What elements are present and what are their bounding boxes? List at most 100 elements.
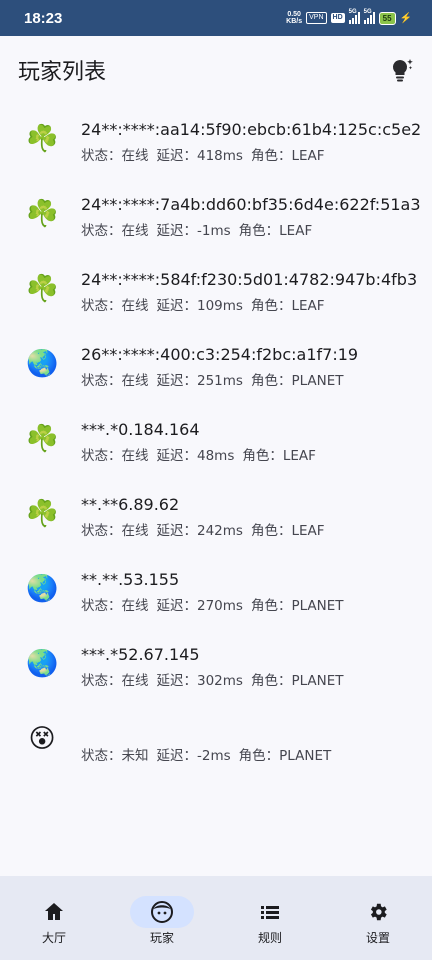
latency-label: 延迟：	[156, 373, 198, 389]
status-bar: 18:23 0.50 KB/s VPN HD 5G 5G 55 ⚡	[0, 0, 432, 36]
status-value: 未知	[121, 748, 149, 764]
role-value: LEAF	[291, 523, 325, 539]
status-label: 状态：	[81, 448, 122, 464]
latency-field: 延迟：109ms	[157, 298, 243, 314]
player-row[interactable]: ☘️ 24**:****:584f:f230:5d01:4782:947b:4fb…	[0, 254, 432, 329]
player-row[interactable]: ☘️ 24**:****:7a4b:dd60:bf35:6d4e:622f:51a…	[0, 179, 432, 254]
player-address: 26**:****:400:c3:254:f2bc:a1f7:19	[81, 345, 359, 364]
latency-value: -2ms	[197, 748, 231, 764]
role-value: LEAF	[282, 448, 316, 464]
role-field: 角色：LEAF	[239, 223, 313, 239]
latency-value: 270ms	[197, 598, 243, 614]
player-row[interactable]: 🌏 **.**.53.155 状态：在线 延迟：270ms 角色：PLANET	[0, 554, 432, 629]
latency-field: 延迟：48ms	[157, 448, 235, 464]
latency-value: 242ms	[197, 523, 243, 539]
player-meta: 状态：在线 延迟：48ms 角色：LEAF	[81, 444, 324, 464]
status-field: 状态：在线	[81, 373, 149, 389]
role-field: 角色：LEAF	[251, 298, 325, 314]
latency-field: 延迟：418ms	[157, 148, 243, 164]
player-address: 24**:****:584f:f230:5d01:4782:947b:4fb3	[81, 270, 418, 289]
nav-label: 设置	[365, 931, 390, 945]
latency-field: 延迟：-2ms	[157, 748, 231, 764]
signal-icon: 5G	[348, 9, 360, 24]
player-address: ***.*0.184.164	[81, 420, 200, 439]
role-label: 角色：	[238, 748, 280, 764]
player-address: **.**6.89.62	[81, 495, 180, 514]
player-address: ***.*52.67.145	[81, 645, 200, 664]
status-value: 在线	[121, 523, 149, 539]
status-field: 状态：在线	[81, 223, 149, 239]
list-icon	[238, 896, 302, 928]
role-value: PLANET	[279, 748, 332, 764]
role-field: 角色：PLANET	[251, 598, 344, 614]
status-value: 在线	[121, 673, 149, 689]
role-label: 角色：	[250, 148, 292, 164]
status-label: 状态：	[81, 598, 122, 614]
status-field: 状态：在线	[81, 523, 149, 539]
player-row[interactable]: ☘️ ***.*0.184.164 状态：在线 延迟：48ms 角色：LEAF	[0, 404, 432, 479]
player-meta: 状态：在线 延迟：-1ms 角色：LEAF	[81, 219, 320, 239]
player-row[interactable]: 😵 状态：未知 延迟：-2ms 角色：PLANET	[0, 704, 432, 779]
status-label: 状态：	[81, 298, 122, 314]
latency-label: 延迟：	[156, 673, 198, 689]
player-row[interactable]: ☘️ 24**:****:aa14:5f90:ebcb:61b4:125c:c5e…	[0, 104, 432, 179]
latency-value: 302ms	[197, 673, 243, 689]
dizzy-face-icon: 😵	[28, 724, 56, 754]
latency-field: 延迟：-1ms	[157, 223, 231, 239]
latency-label: 延迟：	[156, 598, 198, 614]
latency-label: 延迟：	[156, 523, 198, 539]
status-value: 在线	[121, 598, 149, 614]
nav-item-rules[interactable]: 规则	[216, 876, 324, 960]
player-list: ☘️ 24**:****:aa14:5f90:ebcb:61b4:125c:c5e…	[0, 104, 432, 779]
role-label: 角色：	[250, 598, 292, 614]
status-value: 在线	[121, 148, 149, 164]
shamrock-icon: ☘️	[26, 424, 59, 454]
status-field: 状态：在线	[81, 448, 149, 464]
globe-icon: 🌏	[26, 349, 59, 379]
hd-icon: HD	[330, 13, 345, 23]
latency-value: 48ms	[197, 448, 235, 464]
vpn-icon: VPN	[306, 12, 327, 24]
player-row[interactable]: ☘️ **.**6.89.62 状态：在线 延迟：242ms 角色：LEAF	[0, 479, 432, 554]
status-value: 在线	[121, 373, 149, 389]
nav-item-hall[interactable]: 大厅	[0, 876, 108, 960]
status-label: 状态：	[81, 523, 122, 539]
latency-value: 109ms	[197, 298, 243, 314]
player-meta: 状态：在线 延迟：302ms 角色：PLANET	[81, 669, 352, 689]
status-icons: 0.50 KB/s VPN HD 5G 5G 55 ⚡	[286, 9, 412, 25]
nav-label: 玩家	[149, 931, 174, 945]
shamrock-icon: ☘️	[26, 499, 59, 529]
status-field: 状态：在线	[81, 673, 149, 689]
role-label: 角色：	[250, 523, 292, 539]
latency-field: 延迟：302ms	[157, 673, 243, 689]
player-meta: 状态：在线 延迟：109ms 角色：LEAF	[81, 294, 333, 314]
nav-item-players[interactable]: 玩家	[108, 876, 216, 960]
battery-icon: 55	[378, 11, 396, 25]
status-label: 状态：	[81, 373, 122, 389]
role-value: PLANET	[291, 673, 344, 689]
player-row[interactable]: 🌏 26**:****:400:c3:254:f2bc:a1f7:19 状态：在线延…	[0, 329, 432, 404]
nav-item-settings[interactable]: 设置	[324, 876, 432, 960]
latency-label: 延迟：	[156, 148, 198, 164]
shamrock-icon: ☘️	[26, 124, 59, 154]
role-value: LEAF	[279, 223, 313, 239]
role-value: LEAF	[291, 148, 325, 164]
nav-label: 规则	[257, 931, 282, 945]
role-value: PLANET	[291, 373, 344, 389]
latency-field: 延迟：242ms	[157, 523, 243, 539]
latency-value: -1ms	[197, 223, 231, 239]
player-row[interactable]: 🌏 ***.*52.67.145 状态：在线 延迟：302ms 角色：PLANET	[0, 629, 432, 704]
page-title: 玩家列表	[18, 60, 107, 85]
player-meta: 状态：在线 延迟：251ms 角色：PLANET	[81, 369, 352, 389]
role-field: 角色：PLANET	[251, 373, 344, 389]
latency-label: 延迟：	[156, 448, 198, 464]
latency-label: 延迟：	[156, 223, 198, 239]
player-address: 24**:****:aa14:5f90:ebcb:61b4:125c:c5e2	[81, 120, 422, 139]
lightbulb-icon[interactable]	[388, 56, 416, 84]
status-label: 状态：	[81, 748, 122, 764]
charging-icon: ⚡	[399, 12, 412, 24]
status-field: 状态：未知	[81, 748, 149, 764]
status-label: 状态：	[81, 148, 122, 164]
signal-icon: 5G	[363, 9, 375, 24]
role-field: 角色：LEAF	[251, 523, 325, 539]
